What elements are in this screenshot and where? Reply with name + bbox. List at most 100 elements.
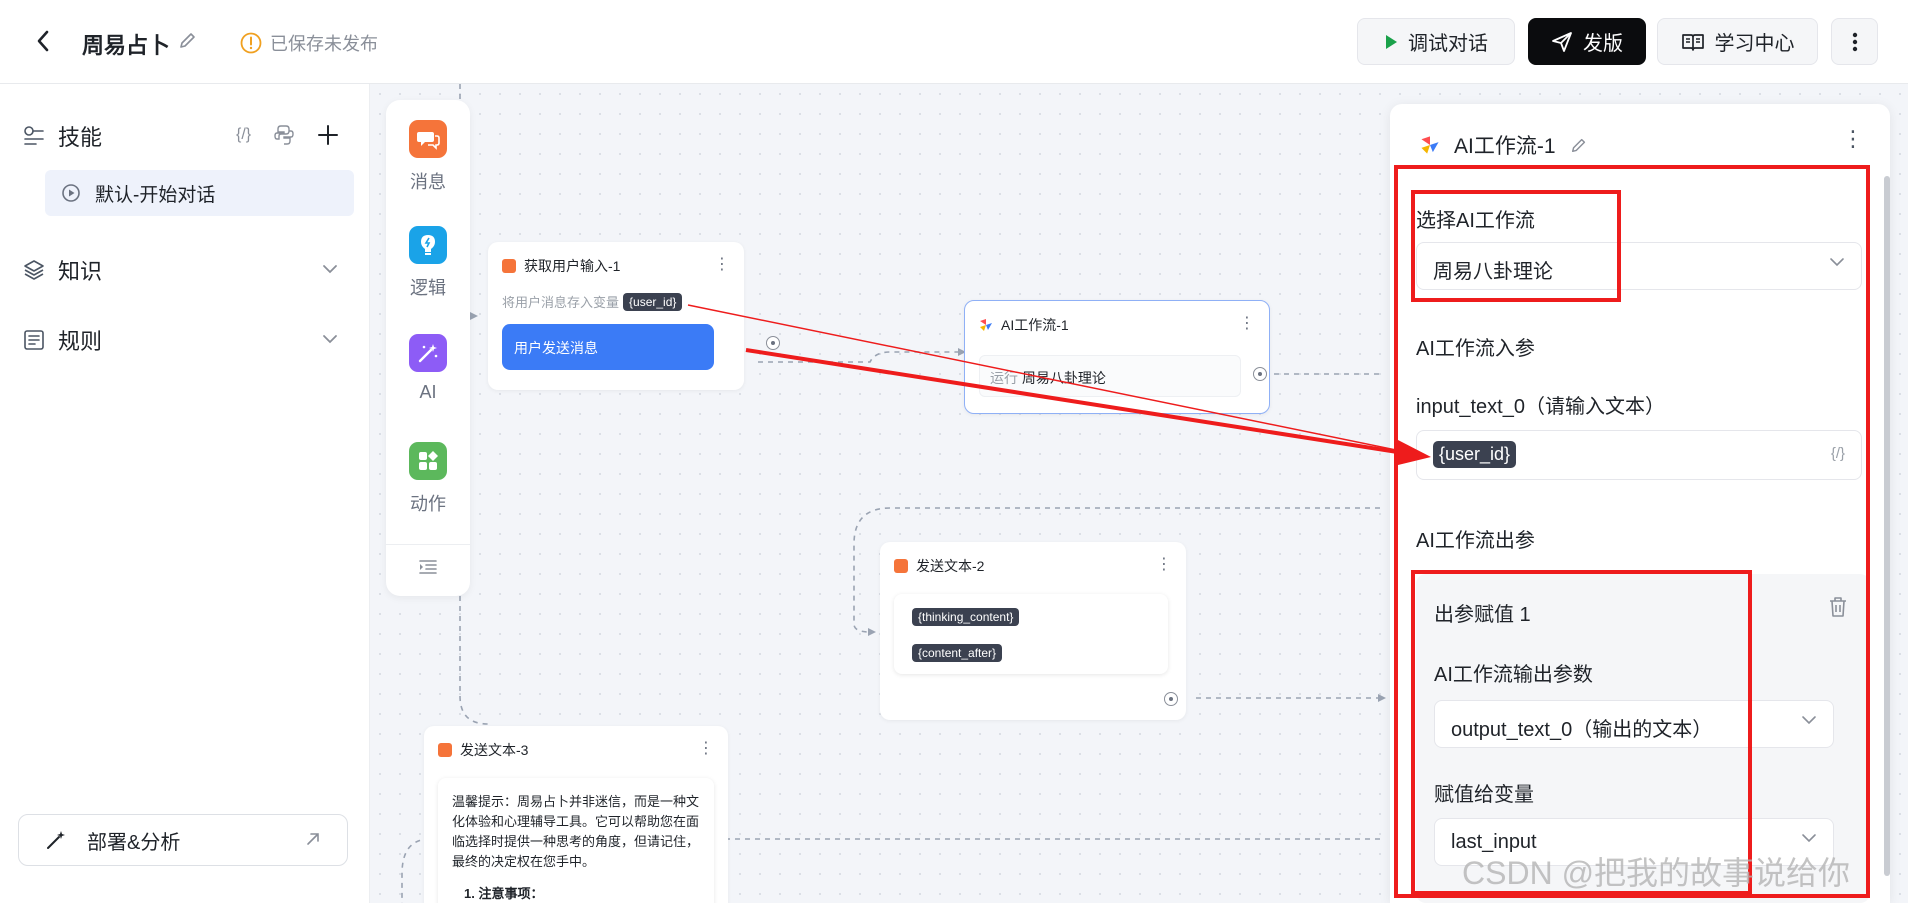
app-title: 周易占卜 <box>82 33 171 58</box>
input-params-section: AI工作流入参 <box>1416 338 1535 360</box>
chevron-left-icon <box>37 30 49 52</box>
palette-item-logic[interactable]: 逻辑 <box>386 226 470 300</box>
publish-button[interactable]: 发版 <box>1528 18 1646 65</box>
text-content-box[interactable]: 温馨提示：周易占卜并非迷信，而是一种文化体验和心理辅导工具。它可以帮助您在面临选… <box>438 778 714 903</box>
ai-workflow-logo-icon <box>980 319 992 331</box>
magic-wand-icon <box>409 334 447 372</box>
top-bar: 周易占卜 已保存未发布 调试对话 发版 学习中心 <box>0 0 1908 84</box>
warning-circle-icon <box>240 32 262 54</box>
variable-chip: {user_id} <box>623 292 683 311</box>
assign-variable-label: 赋值给变量 <box>1434 784 1534 806</box>
deploy-analytics-button[interactable]: 部署&分析 <box>18 814 348 866</box>
skills-tools: {/} <box>236 124 339 146</box>
chevron-down-icon[interactable] <box>322 334 338 344</box>
plus-icon[interactable] <box>317 124 339 146</box>
more-vertical-icon <box>1852 32 1857 51</box>
node-more-button[interactable]: ⋮ <box>714 254 730 274</box>
chevron-down-icon <box>1802 834 1816 843</box>
debug-chat-button[interactable]: 调试对话 <box>1357 18 1515 65</box>
node-more-button[interactable]: ⋮ <box>698 738 714 758</box>
skills-icon <box>24 126 44 145</box>
indent-icon <box>419 560 437 574</box>
magic-wand-icon <box>47 831 65 849</box>
trash-icon[interactable] <box>1828 596 1848 618</box>
tip-text: 温馨提示：周易占卜并非迷信，而是一种文化体验和心理辅导工具。它可以帮助您在面临选… <box>452 794 700 869</box>
output-port[interactable] <box>1164 692 1178 706</box>
save-status: 已保存未发布 <box>240 30 378 56</box>
workflow-select[interactable]: 周易八卦理论 <box>1416 242 1862 290</box>
output-param-value: output_text_0（输出的文本） <box>1451 719 1713 741</box>
pencil-icon[interactable] <box>1570 136 1588 154</box>
panel-more-button[interactable]: ⋮ <box>1842 126 1864 152</box>
node-get-user-input[interactable]: 获取用户输入-1 ⋮ 将用户消息存入变量 {user_id} 用户发送消息 <box>488 242 780 390</box>
learning-center-button[interactable]: 学习中心 <box>1657 18 1818 65</box>
palette-item-ai[interactable]: AI <box>386 334 470 403</box>
play-icon <box>1386 34 1397 49</box>
chevron-down-icon <box>1830 258 1844 267</box>
chevron-down-icon[interactable] <box>322 264 338 274</box>
node-send-text-2[interactable]: 发送文本-2 ⋮ {thinking_content} {content_aft… <box>880 542 1186 720</box>
insert-variable-icon[interactable]: {/} <box>1831 445 1845 462</box>
output-params-section: AI工作流出参 <box>1416 530 1535 552</box>
palette-action-label: 动作 <box>410 494 446 514</box>
output-param-select[interactable]: output_text_0（输出的文本） <box>1434 700 1834 748</box>
deploy-analytics-label: 部署&分析 <box>87 831 181 854</box>
palette-ai-label: AI <box>419 382 437 402</box>
play-circle-icon <box>62 184 80 202</box>
back-button[interactable] <box>28 26 58 56</box>
workflow-select-value: 周易八卦理论 <box>1433 261 1553 283</box>
text-content-box[interactable]: {thinking_content} {content_after} <box>894 594 1168 674</box>
send-icon <box>1552 31 1572 52</box>
node-ai-workflow[interactable]: AI工作流-1 ⋮ 运行 周易八卦理论 <box>964 300 1270 414</box>
node-header: 发送文本-3 <box>438 740 528 760</box>
rules-section[interactable]: 规则 <box>22 324 102 356</box>
input-param-label: input_text_0（请输入文本） <box>1416 396 1665 418</box>
left-sidebar: 技能 {/} 默认-开始对话 知识 规则 部署&分析 <box>0 84 370 903</box>
run-target: 周易八卦理论 <box>1021 370 1106 386</box>
learning-center-label: 学习中心 <box>1714 33 1795 55</box>
arrow-up-right-icon <box>307 833 319 845</box>
node-title: 获取用户输入-1 <box>524 258 621 274</box>
node-header: AI工作流-1 <box>979 315 1069 335</box>
layers-icon <box>24 260 44 280</box>
output-port[interactable] <box>766 336 780 350</box>
knowledge-section[interactable]: 知识 <box>22 254 102 286</box>
skill-item-default[interactable]: 默认-开始对话 <box>45 170 354 216</box>
panel-scrollbar[interactable] <box>1884 176 1890 876</box>
palette-collapse-button[interactable] <box>386 544 470 575</box>
node-send-text-3[interactable]: 发送文本-3 ⋮ 温馨提示：周易占卜并非迷信，而是一种文化体验和心理辅导工具。它… <box>424 726 728 903</box>
skills-section[interactable]: 技能 <box>22 120 102 152</box>
more-menu-button[interactable] <box>1831 18 1878 65</box>
rules-label: 规则 <box>58 329 103 354</box>
select-workflow-label: 选择AI工作流 <box>1416 210 1535 232</box>
input-node-icon <box>502 259 516 273</box>
chevron-down-icon <box>1802 716 1816 725</box>
node-hint: 将用户消息存入变量 {user_id} <box>502 292 683 311</box>
output-param-label: AI工作流输出参数 <box>1434 664 1593 686</box>
panel-title: AI工作流-1 <box>1454 135 1556 158</box>
node-more-button[interactable]: ⋮ <box>1156 554 1172 574</box>
python-icon[interactable] <box>273 124 295 146</box>
book-icon <box>1681 33 1704 51</box>
send-text-node-icon <box>438 743 452 757</box>
palette-item-message[interactable]: 消息 <box>386 120 470 194</box>
variable-chip: {user_id} <box>1433 441 1517 468</box>
node-title: AI工作流-1 <box>1001 317 1069 333</box>
output-port[interactable] <box>1253 367 1267 381</box>
skill-item-label: 默认-开始对话 <box>95 184 216 206</box>
component-palette: 消息 逻辑 AI 动作 <box>386 100 470 596</box>
variable-chip: {thinking_content} <box>912 608 1020 626</box>
node-header: 获取用户输入-1 <box>502 256 620 276</box>
palette-logic-label: 逻辑 <box>410 278 446 298</box>
edit-title-button[interactable] <box>178 30 198 55</box>
palette-item-action[interactable]: 动作 <box>386 442 470 516</box>
code-variable-icon[interactable]: {/} <box>236 126 251 144</box>
user-message-block[interactable]: 用户发送消息 <box>502 324 714 370</box>
chat-bubble-icon <box>409 120 447 158</box>
config-panel: AI工作流-1 ⋮ 选择AI工作流 周易八卦理论 AI工作流入参 input_t… <box>1390 104 1890 903</box>
node-hint-text: 将用户消息存入变量 <box>502 295 620 310</box>
publish-label: 发版 <box>1583 33 1623 55</box>
input-param-field[interactable]: {user_id} {/} <box>1416 430 1862 480</box>
node-more-button[interactable]: ⋮ <box>1239 313 1255 333</box>
run-workflow-row[interactable]: 运行 周易八卦理论 <box>979 355 1241 397</box>
